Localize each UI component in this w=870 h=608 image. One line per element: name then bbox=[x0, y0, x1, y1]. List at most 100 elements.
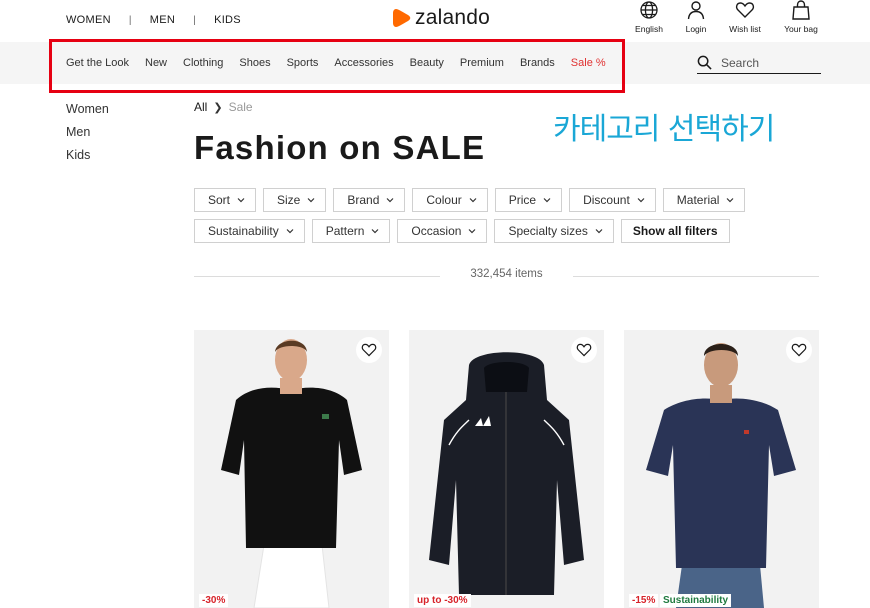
filter-label: Sustainability bbox=[208, 224, 279, 238]
gender-men-link[interactable]: MEN bbox=[150, 14, 175, 26]
product-card[interactable]: -15% Sustainability bbox=[624, 330, 819, 608]
heart-icon bbox=[361, 343, 377, 357]
category-clothing[interactable]: Clothing bbox=[183, 57, 223, 69]
category-shoes[interactable]: Shoes bbox=[239, 57, 270, 69]
filter-label: Discount bbox=[583, 193, 630, 207]
filter-colour[interactable]: Colour bbox=[412, 188, 488, 212]
filter-label: Colour bbox=[426, 193, 462, 207]
filter-price[interactable]: Price bbox=[494, 188, 563, 212]
bag-label: Your bag bbox=[784, 24, 818, 34]
chevron-down-icon bbox=[469, 229, 476, 234]
category-sale[interactable]: Sale % bbox=[571, 57, 606, 69]
filter-label: Size bbox=[277, 193, 301, 207]
wishlist-button[interactable] bbox=[571, 337, 597, 363]
sidebar-item-kids[interactable]: Kids bbox=[66, 148, 109, 171]
chevron-down-icon bbox=[286, 229, 294, 234]
gender-nav: WOMEN | MEN | KIDS bbox=[66, 14, 241, 26]
filter-row: Sustainability Pattern Occasion Specialt… bbox=[194, 219, 754, 243]
product-image bbox=[624, 330, 819, 608]
product-image bbox=[194, 330, 389, 608]
annotation-text: 카테고리 선택하기 bbox=[553, 112, 775, 147]
filter-label: Brand bbox=[347, 193, 380, 207]
filter-pattern[interactable]: Pattern bbox=[311, 219, 391, 243]
divider bbox=[573, 276, 819, 277]
filter-discount[interactable]: Discount bbox=[569, 188, 656, 212]
heart-icon bbox=[576, 343, 592, 357]
filter-material[interactable]: Material bbox=[662, 188, 746, 212]
wishlist-label: Wish list bbox=[729, 24, 761, 34]
user-icon bbox=[687, 1, 705, 20]
chevron-down-icon bbox=[386, 198, 394, 203]
bag-button[interactable]: Your bag bbox=[771, 0, 831, 34]
chevron-right-icon: ❯ bbox=[213, 101, 223, 114]
search-bar[interactable] bbox=[697, 52, 821, 74]
heart-icon bbox=[735, 2, 755, 18]
language-label: English bbox=[635, 24, 663, 34]
gender-women-link[interactable]: WOMEN bbox=[66, 14, 111, 26]
brand-name: zalando bbox=[415, 6, 490, 29]
wishlist-button[interactable] bbox=[786, 337, 812, 363]
filter-sustainability[interactable]: Sustainability bbox=[194, 219, 305, 243]
filter-bar: Sort Size Brand Colour Price Discount Ma… bbox=[194, 188, 754, 250]
login-label: Login bbox=[685, 24, 707, 34]
category-new[interactable]: New bbox=[145, 57, 167, 69]
filter-row: Sort Size Brand Colour Price Discount Ma… bbox=[194, 188, 754, 212]
chevron-down-icon bbox=[595, 229, 603, 234]
category-nav: Get the Look New Clothing Shoes Sports A… bbox=[66, 57, 622, 69]
separator: | bbox=[128, 14, 132, 26]
sustainability-badge: Sustainability bbox=[660, 594, 732, 607]
chevron-down-icon bbox=[469, 198, 477, 203]
discount-badge: -30% bbox=[199, 594, 229, 607]
filter-size[interactable]: Size bbox=[263, 188, 327, 212]
product-image bbox=[409, 330, 604, 608]
globe-icon bbox=[640, 1, 658, 19]
show-all-filters-button[interactable]: Show all filters bbox=[620, 219, 730, 243]
top-bar: WOMEN | MEN | KIDS zalando English Login… bbox=[0, 0, 870, 42]
filter-label: Sort bbox=[208, 193, 231, 207]
filter-brand[interactable]: Brand bbox=[333, 188, 406, 212]
category-brands[interactable]: Brands bbox=[520, 57, 555, 69]
divider bbox=[194, 276, 440, 277]
chevron-down-icon bbox=[727, 198, 734, 203]
breadcrumb-current: Sale bbox=[228, 100, 253, 114]
wishlist-button[interactable] bbox=[356, 337, 382, 363]
page-title: Fashion on SALE bbox=[194, 129, 486, 166]
product-card[interactable]: -30% bbox=[194, 330, 389, 608]
discount-badge: up to -30% bbox=[414, 594, 471, 607]
filter-specialty-sizes[interactable]: Specialty sizes bbox=[494, 219, 614, 243]
chevron-down-icon bbox=[237, 198, 245, 203]
chevron-down-icon bbox=[307, 198, 315, 203]
chevron-down-icon bbox=[543, 198, 551, 203]
chevron-down-icon bbox=[371, 229, 379, 234]
category-beauty[interactable]: Beauty bbox=[410, 57, 444, 69]
gender-kids-link[interactable]: KIDS bbox=[214, 14, 241, 26]
logo-mark-icon bbox=[393, 9, 411, 27]
category-premium[interactable]: Premium bbox=[460, 57, 504, 69]
breadcrumb-all[interactable]: All bbox=[194, 100, 207, 114]
product-card[interactable]: up to -30% bbox=[409, 330, 604, 608]
heart-icon bbox=[791, 343, 807, 357]
filter-occasion[interactable]: Occasion bbox=[397, 219, 488, 243]
sidebar-item-men[interactable]: Men bbox=[66, 125, 109, 148]
zalando-logo[interactable]: zalando bbox=[393, 6, 490, 30]
separator: | bbox=[193, 14, 197, 26]
bag-icon bbox=[792, 0, 810, 20]
sidebar: Women Men Kids bbox=[66, 102, 109, 171]
items-count: 332,454 items bbox=[470, 268, 543, 280]
filter-label: Pattern bbox=[325, 224, 365, 238]
chevron-down-icon bbox=[637, 198, 645, 203]
category-get-the-look[interactable]: Get the Look bbox=[66, 57, 129, 69]
category-sports[interactable]: Sports bbox=[287, 57, 319, 69]
category-accessories[interactable]: Accessories bbox=[334, 57, 393, 69]
search-icon bbox=[697, 55, 712, 70]
wishlist-button[interactable]: Wish list bbox=[715, 0, 775, 34]
filter-label: Occasion bbox=[411, 224, 462, 238]
sidebar-item-women[interactable]: Women bbox=[66, 102, 109, 125]
breadcrumb: All ❯ Sale bbox=[194, 100, 253, 114]
discount-badge: -15% bbox=[629, 594, 659, 607]
filter-sort[interactable]: Sort bbox=[194, 188, 257, 212]
filter-label: Specialty sizes bbox=[508, 224, 588, 238]
filter-label: Price bbox=[508, 193, 537, 207]
search-input[interactable] bbox=[721, 55, 816, 70]
filter-label: Material bbox=[676, 193, 720, 207]
